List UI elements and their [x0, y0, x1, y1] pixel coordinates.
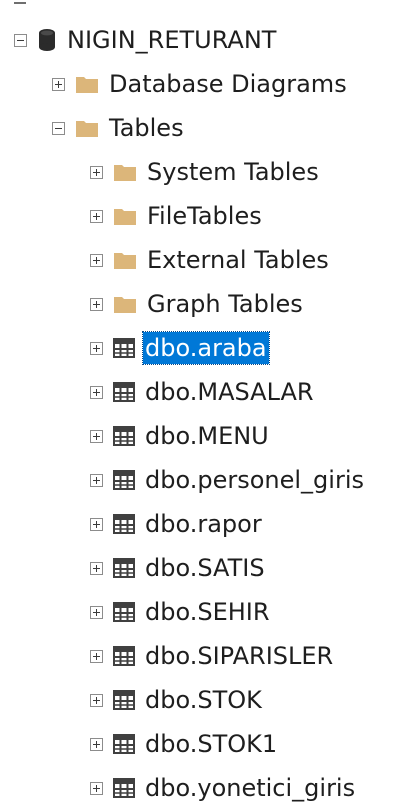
- collapse-icon[interactable]: [14, 33, 27, 47]
- expand-icon[interactable]: [90, 341, 103, 355]
- table-label[interactable]: dbo.araba: [142, 331, 270, 365]
- table-label[interactable]: dbo.SIPARISLER: [143, 640, 335, 672]
- table-icon: [113, 690, 135, 710]
- tables-label[interactable]: Tables: [107, 112, 186, 144]
- tree-node-database-diagrams[interactable]: Database Diagrams: [52, 68, 349, 100]
- expand-icon[interactable]: [90, 737, 103, 751]
- folder-icon: [114, 297, 136, 313]
- folder-label[interactable]: Graph Tables: [145, 288, 305, 320]
- table-label[interactable]: dbo.yonetici_giris: [143, 772, 357, 804]
- table-label[interactable]: dbo.SATIS: [143, 552, 267, 584]
- database-label[interactable]: NIGIN_RETURANT: [65, 24, 278, 56]
- folder-label[interactable]: System Tables: [145, 156, 321, 188]
- folder-icon: [114, 209, 136, 225]
- tree-node-system-tables[interactable]: System Tables: [90, 156, 321, 188]
- expand-icon[interactable]: [90, 649, 103, 663]
- tree-node-table[interactable]: dbo.MENU: [90, 420, 271, 452]
- tree-node-graph-tables[interactable]: Graph Tables: [90, 288, 305, 320]
- table-icon: [113, 646, 135, 666]
- table-icon: [113, 514, 135, 534]
- expand-icon[interactable]: [90, 517, 103, 531]
- folder-icon: [114, 253, 136, 269]
- expand-icon[interactable]: [90, 253, 103, 267]
- table-icon: [113, 734, 135, 754]
- collapse-icon[interactable]: [52, 121, 65, 135]
- expand-icon[interactable]: [90, 473, 103, 487]
- expand-icon[interactable]: [90, 429, 103, 443]
- database-diagrams-label[interactable]: Database Diagrams: [107, 68, 349, 100]
- expand-icon[interactable]: [90, 605, 103, 619]
- tree-node-table[interactable]: dbo.MASALAR: [90, 376, 316, 408]
- table-label[interactable]: dbo.STOK1: [143, 728, 279, 760]
- tree-node-table[interactable]: dbo.SATIS: [90, 552, 267, 584]
- expand-icon[interactable]: [90, 297, 103, 311]
- table-label[interactable]: dbo.personel_giris: [143, 464, 366, 496]
- expand-icon[interactable]: [90, 693, 103, 707]
- expand-icon[interactable]: [90, 385, 103, 399]
- tree-node-external-tables[interactable]: External Tables: [90, 244, 331, 276]
- folder-icon: [76, 121, 98, 137]
- tree-node-table[interactable]: dbo.araba: [90, 331, 270, 365]
- table-icon: [113, 382, 135, 402]
- folder-icon: [76, 77, 98, 93]
- tree-node-table[interactable]: dbo.STOK1: [90, 728, 279, 760]
- tree-node-table[interactable]: dbo.yonetici_giris: [90, 772, 357, 804]
- tree-node-table[interactable]: dbo.STOK: [90, 684, 264, 716]
- folder-label[interactable]: FileTables: [145, 200, 264, 232]
- object-explorer-tree: NIGIN_RETURANT Database Diagrams Tables …: [0, 0, 409, 809]
- table-label[interactable]: dbo.rapor: [143, 508, 264, 540]
- expand-icon[interactable]: [52, 77, 65, 91]
- table-label[interactable]: dbo.MASALAR: [143, 376, 316, 408]
- table-label[interactable]: dbo.SEHIR: [143, 596, 272, 628]
- tree-node-tables[interactable]: Tables: [52, 112, 186, 144]
- expand-icon[interactable]: [90, 165, 103, 179]
- tree-node-table[interactable]: dbo.rapor: [90, 508, 264, 540]
- tree-node-table[interactable]: dbo.personel_giris: [90, 464, 366, 496]
- table-icon: [113, 338, 135, 358]
- table-icon: [113, 470, 135, 490]
- truncated-row-fragment: [14, 0, 26, 8]
- table-icon: [113, 558, 135, 578]
- expand-icon[interactable]: [90, 209, 103, 223]
- table-icon: [113, 426, 135, 446]
- tree-node-table[interactable]: dbo.SEHIR: [90, 596, 272, 628]
- table-label[interactable]: dbo.MENU: [143, 420, 271, 452]
- database-icon: [39, 29, 55, 51]
- table-icon: [113, 778, 135, 798]
- folder-label[interactable]: External Tables: [145, 244, 331, 276]
- folder-icon: [114, 165, 136, 181]
- expand-icon[interactable]: [90, 561, 103, 575]
- tree-node-filetables[interactable]: FileTables: [90, 200, 264, 232]
- table-icon: [113, 602, 135, 622]
- table-label[interactable]: dbo.STOK: [143, 684, 264, 716]
- tree-node-table[interactable]: dbo.SIPARISLER: [90, 640, 335, 672]
- tree-node-database[interactable]: NIGIN_RETURANT: [14, 24, 278, 56]
- expand-icon[interactable]: [90, 781, 103, 795]
